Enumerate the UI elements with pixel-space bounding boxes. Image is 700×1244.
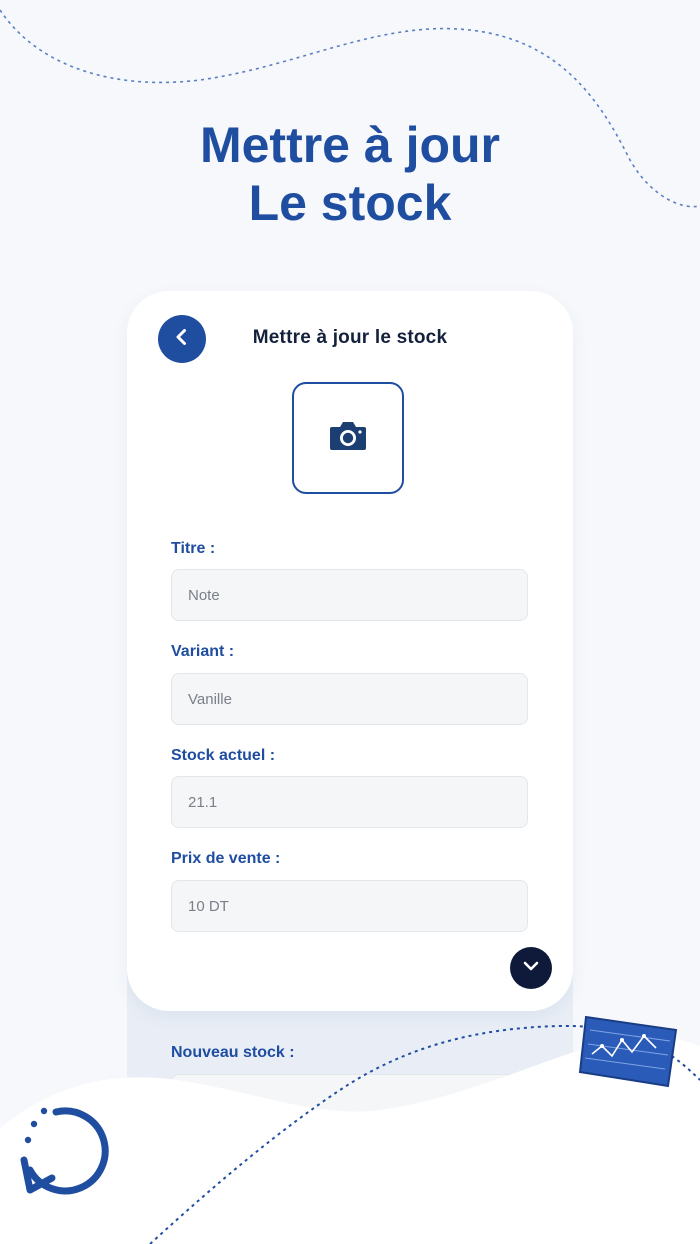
title-label: Titre :: [171, 540, 216, 557]
page-headline: Mettre à jour Le stock: [0, 116, 700, 232]
title-input[interactable]: Note: [171, 569, 528, 621]
headline-line-2: Le stock: [248, 175, 452, 231]
current-stock-input[interactable]: 21.1: [171, 776, 528, 828]
add-photo-button[interactable]: [292, 382, 404, 494]
current-stock-label: Stock actuel :: [171, 747, 276, 764]
new-stock-input[interactable]: Note: [171, 1074, 528, 1126]
variant-label: Variant :: [171, 643, 235, 660]
headline-line-1: Mettre à jour: [199, 117, 501, 173]
scroll-down-button[interactable]: [510, 947, 552, 989]
camera-icon: [329, 421, 367, 456]
variant-input[interactable]: Vanille: [171, 673, 528, 725]
new-stock-label: Nouveau stock :: [171, 1044, 295, 1061]
update-stock-card: Mettre à jour le stock Titre : Note Vari…: [127, 291, 573, 1011]
sale-price-input[interactable]: 10 DT: [171, 880, 528, 932]
sale-price-label: Prix de vente :: [171, 850, 281, 867]
chevron-down-icon: [521, 956, 541, 981]
card-title: Mettre à jour le stock: [252, 327, 448, 348]
